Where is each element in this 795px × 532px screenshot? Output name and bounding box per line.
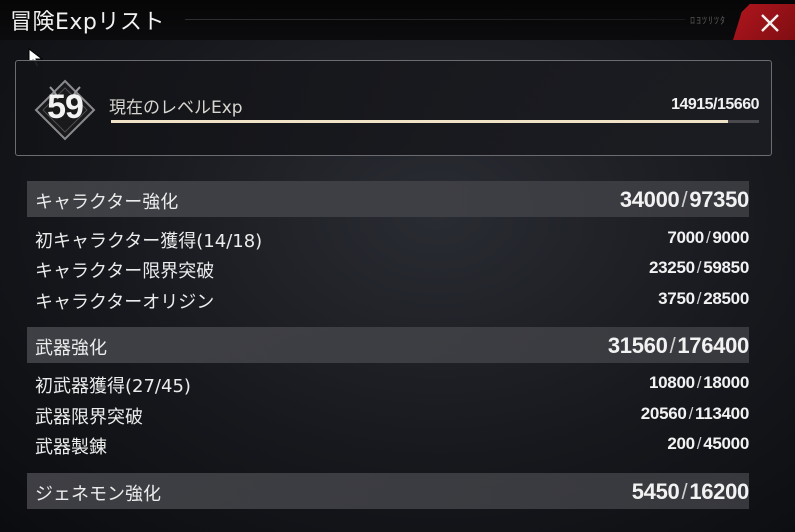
section-header-character: キャラクター強化 34000/97350 — [27, 181, 749, 217]
level-progress-bar — [111, 120, 759, 123]
item-value: 3750/28500 — [658, 289, 749, 308]
title-deco-text: ﾛﾖﾂﾘﾂﾀ — [690, 16, 726, 27]
item-label: 武器限界突破 — [35, 407, 143, 428]
level-card: 59 現在のレベルExp 14915/15660 — [15, 60, 772, 156]
window-title: 冒険Expリスト — [10, 10, 165, 35]
item-label: キャラクターオリジン — [35, 292, 215, 313]
list-item: 武器製錬 200/45000 — [27, 429, 749, 459]
item-value: 20560/113400 — [640, 404, 750, 423]
level-progress-fill — [111, 120, 729, 123]
section-value: 31560/176400 — [607, 333, 749, 358]
section-header-weapon: 武器強化 31560/176400 — [27, 327, 749, 363]
title-bar: 冒険Expリスト ﾛﾖﾂﾘﾂﾀ — [0, 0, 795, 40]
item-label: キャラクター限界突破 — [35, 261, 215, 282]
list-item: キャラクターオリジン 3750/28500 — [27, 284, 749, 314]
item-value: 23250/59850 — [649, 258, 749, 277]
level-exp-value: 14915/15660 — [671, 96, 759, 113]
list-item: 初武器獲得(27/45) 10800/18000 — [27, 368, 749, 398]
list-item: キャラクター限界突破 23250/59850 — [27, 253, 749, 283]
list-item: 武器限界突破 20560/113400 — [27, 399, 749, 429]
level-exp-label: 現在のレベルExp — [109, 98, 243, 118]
section-title: ジェネモン強化 — [35, 484, 161, 505]
close-button[interactable] — [733, 4, 795, 40]
section-value: 34000/97350 — [619, 187, 749, 212]
title-divider — [185, 19, 685, 20]
item-label: 武器製錬 — [35, 437, 107, 458]
close-icon — [761, 14, 779, 32]
item-value: 7000/9000 — [667, 228, 749, 247]
item-label: 初キャラクター獲得(14/18) — [35, 231, 263, 252]
section-header-genemon: ジェネモン強化 5450/16200 — [27, 473, 749, 509]
level-number: 59 — [47, 88, 84, 126]
section-value: 5450/16200 — [631, 479, 750, 504]
section-title: キャラクター強化 — [35, 192, 179, 213]
item-label: 初武器獲得(27/45) — [35, 376, 191, 397]
section-title: 武器強化 — [35, 338, 107, 359]
item-value: 200/45000 — [667, 434, 749, 453]
list-item: 初キャラクター獲得(14/18) 7000/9000 — [27, 223, 749, 253]
item-value: 10800/18000 — [649, 373, 749, 392]
